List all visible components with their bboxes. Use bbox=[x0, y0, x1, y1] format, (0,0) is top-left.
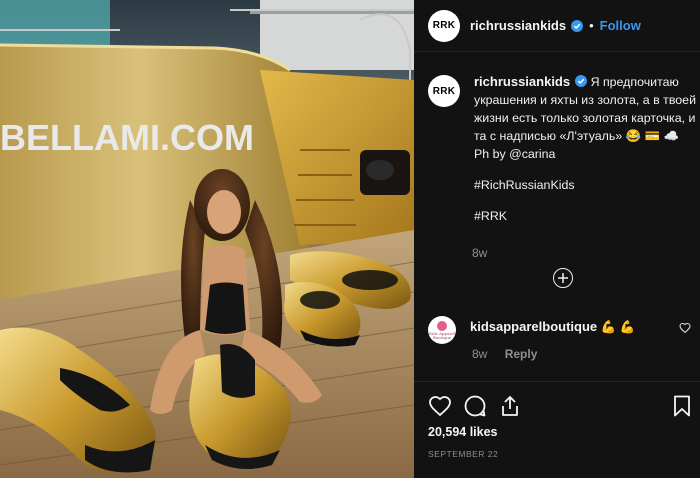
caption-photo-credit: Ph by @carina bbox=[474, 147, 556, 161]
comment-meta: 8w Reply bbox=[472, 347, 537, 361]
comment-item: Kids Apparel Boutique kidsapparelboutiqu… bbox=[428, 316, 700, 361]
author-avatar[interactable]: RRK bbox=[428, 9, 460, 42]
verified-badge-icon bbox=[571, 19, 584, 32]
yacht-name-text: BELLAMI.COM bbox=[0, 117, 254, 158]
caption-line: та с надписью «Л'этуаль» 😂 💳 ☁️ bbox=[474, 129, 679, 143]
caption-body: richrussiankids Я предпочитаю украшения … bbox=[474, 73, 700, 225]
likes-count[interactable]: 20,594 likes bbox=[428, 425, 498, 439]
verified-badge-icon bbox=[575, 75, 588, 87]
hashtag-link[interactable]: #RRK bbox=[474, 207, 700, 225]
comment-text: 💪 💪 bbox=[600, 320, 635, 334]
comments-section: RRK richrussiankids Я предпочитаю украше… bbox=[414, 53, 700, 381]
commenter-username[interactable]: kidsapparelboutique bbox=[470, 319, 597, 334]
post-caption: RRK richrussiankids Я предпочитаю украше… bbox=[428, 73, 700, 225]
heart-icon[interactable] bbox=[428, 394, 452, 418]
hashtag-link[interactable]: #RichRussianKids bbox=[474, 176, 700, 194]
follow-button[interactable]: Follow bbox=[600, 18, 641, 33]
caption-avatar[interactable]: RRK bbox=[428, 75, 460, 107]
comment-timestamp[interactable]: 8w bbox=[472, 347, 487, 361]
comment-icon[interactable] bbox=[463, 394, 487, 418]
load-more-comments-button[interactable] bbox=[553, 268, 573, 288]
post-side-panel: RRK richrussiankids • Follow RRK richrus… bbox=[414, 0, 700, 478]
caption-line: жизни есть только золотая карточка, и bbox=[474, 111, 696, 125]
post-actions: 20,594 likes SEPTEMBER 22 bbox=[414, 381, 700, 478]
share-icon[interactable] bbox=[498, 394, 522, 418]
header-separator: • bbox=[589, 18, 594, 33]
yacht-scene-image: BELLAMI.COM bbox=[0, 0, 414, 478]
heart-outline-icon[interactable] bbox=[679, 322, 691, 334]
commenter-logo-text: Boutique bbox=[432, 334, 452, 340]
plus-circle-icon bbox=[558, 273, 568, 283]
bookmark-icon[interactable] bbox=[670, 394, 694, 418]
caption-username[interactable]: richrussiankids bbox=[474, 74, 570, 89]
caption-line: Я предпочитаю bbox=[590, 75, 679, 89]
post-date[interactable]: SEPTEMBER 22 bbox=[428, 449, 498, 459]
post-photo[interactable]: BELLAMI.COM bbox=[0, 0, 414, 478]
reply-button[interactable]: Reply bbox=[505, 347, 538, 361]
author-username[interactable]: richrussiankids bbox=[470, 18, 566, 33]
caption-line: украшения и яхты из золота, а в твоей bbox=[474, 93, 696, 107]
commenter-avatar[interactable]: Kids Apparel Boutique bbox=[428, 316, 456, 344]
commenter-logo-icon bbox=[437, 320, 447, 331]
post-header: RRK richrussiankids • Follow bbox=[414, 0, 700, 52]
caption-timestamp[interactable]: 8w bbox=[472, 246, 487, 260]
